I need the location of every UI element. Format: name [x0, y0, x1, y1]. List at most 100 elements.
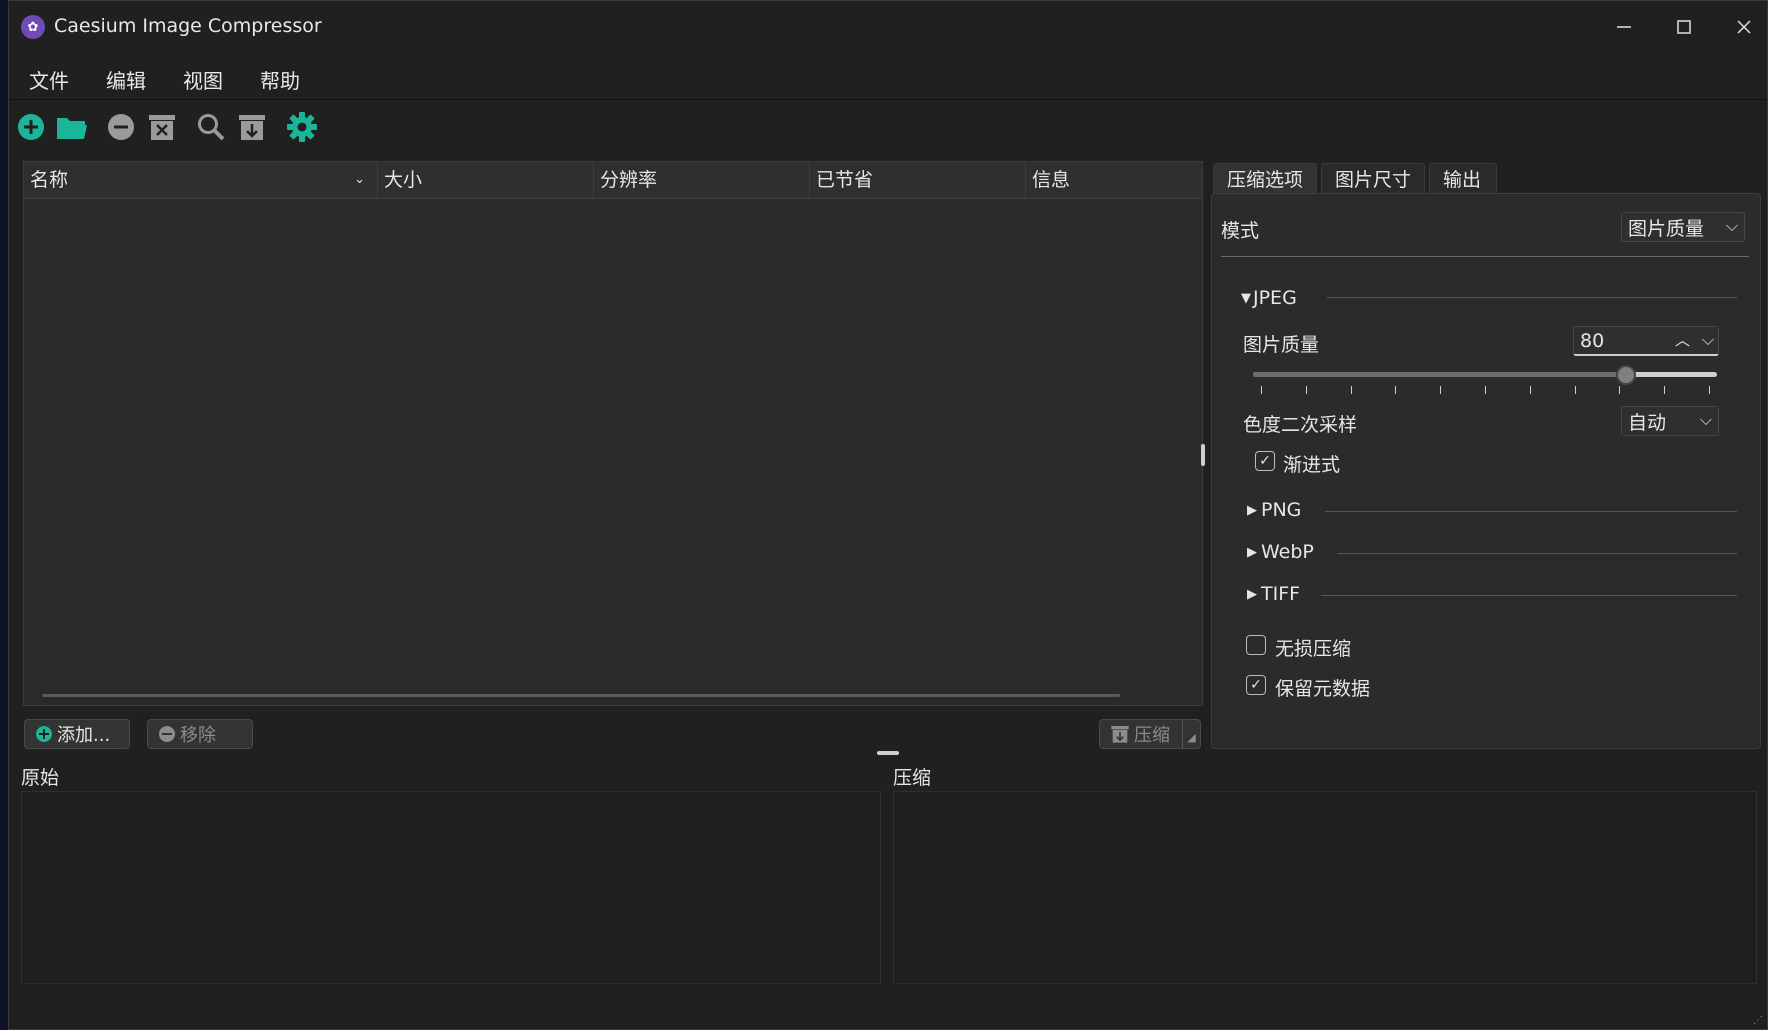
column-saved[interactable]: 已节省 [810, 162, 1026, 198]
horizontal-splitter-handle[interactable] [877, 751, 899, 755]
chevron-down-icon: ⌵ [1725, 216, 1738, 235]
jpeg-group-toggle[interactable]: ▼ JPEG [1241, 287, 1297, 309]
compress-dropdown-arrow-icon[interactable]: ◢ [1182, 720, 1200, 748]
add-icon [36, 726, 52, 742]
compressed-preview-label: 压缩 [893, 767, 932, 789]
png-group-toggle[interactable]: ▶ PNG [1247, 499, 1301, 521]
jpeg-quality-slider[interactable] [1253, 365, 1717, 385]
add-icon [18, 114, 44, 140]
add-button[interactable]: 添加... [24, 719, 130, 749]
jpeg-quality-spinbox[interactable]: 80 ︿ ⌵ [1573, 326, 1719, 356]
column-resolution[interactable]: 分辨率 [594, 162, 810, 198]
slider-tick [1619, 386, 1621, 394]
jpeg-group-line [1327, 297, 1737, 298]
webp-group-line [1337, 553, 1737, 554]
settings-button[interactable] [282, 107, 322, 147]
close-button[interactable] [1709, 1, 1768, 53]
slider-tick [1261, 386, 1262, 394]
chevron-down-icon: ⌵ [1699, 410, 1712, 429]
remove-button-toolbar[interactable] [101, 107, 141, 147]
slider-tick [1350, 386, 1352, 394]
remove-button[interactable]: 移除 [147, 719, 253, 749]
caret-right-icon: ▶ [1247, 544, 1257, 560]
vertical-splitter-handle[interactable] [1201, 444, 1205, 466]
remove-icon [108, 114, 134, 140]
tab-image-size[interactable]: 图片尺寸 [1321, 163, 1425, 195]
original-preview-label: 原始 [21, 767, 60, 789]
tab-output[interactable]: 输出 [1429, 163, 1497, 195]
open-folder-icon [57, 118, 87, 139]
keep-metadata-label: 保留元数据 [1275, 678, 1371, 700]
app-logo-icon: ✿ [21, 15, 45, 39]
settings-gear-icon [287, 112, 317, 142]
slider-tick [1574, 386, 1576, 394]
checkmark-icon: ✓ [1250, 677, 1262, 693]
lossless-label: 无损压缩 [1275, 638, 1352, 660]
mode-select[interactable]: 图片质量 ⌵ [1621, 212, 1745, 242]
add-files-button[interactable] [11, 107, 51, 147]
slider-tick [1529, 386, 1531, 394]
caret-down-icon: ▼ [1241, 290, 1251, 306]
menu-view[interactable]: 视图 [171, 61, 235, 98]
sort-chevron-icon: ⌄ [354, 172, 365, 187]
compress-toolbar-button[interactable] [232, 107, 272, 147]
menu-file[interactable]: 文件 [17, 61, 81, 98]
slider-tick [1305, 386, 1307, 394]
png-group-line [1325, 511, 1737, 512]
chevron-up-icon[interactable]: ︿ [1675, 329, 1690, 350]
slider-tick [1395, 386, 1397, 394]
keep-metadata-checkbox[interactable]: ✓ [1246, 675, 1266, 695]
minimize-icon [1617, 26, 1631, 28]
mode-label: 模式 [1221, 220, 1260, 242]
jpeg-group-label: JPEG [1253, 287, 1297, 309]
progressive-label: 渐进式 [1283, 454, 1341, 476]
file-list-table[interactable]: 名称 ⌄ 大小 分辨率 已节省 信息 [23, 161, 1203, 706]
webp-group-toggle[interactable]: ▶ WebP [1247, 541, 1314, 563]
preview-search-icon [198, 114, 225, 141]
menu-bar: 文件 编辑 视图 帮助 [9, 53, 1767, 99]
chroma-subsampling-select[interactable]: 自动 ⌵ [1621, 406, 1719, 436]
jpeg-quality-label: 图片质量 [1243, 334, 1320, 356]
chroma-subsampling-value: 自动 [1628, 411, 1667, 434]
toolbar [9, 101, 1767, 151]
compress-button-label: 压缩 [1134, 725, 1170, 746]
title-bar: ✿ Caesium Image Compressor [9, 1, 1767, 53]
column-name-label: 名称 [30, 169, 69, 191]
slider-tick [1440, 386, 1442, 394]
resize-grip-icon[interactable]: ⋰ [1753, 1015, 1763, 1026]
app-window: ✿ Caesium Image Compressor 文件 编辑 视图 帮助 名… [8, 0, 1768, 1030]
slider-tick [1709, 386, 1710, 394]
column-name[interactable]: 名称 ⌄ [24, 162, 378, 198]
lossless-checkbox[interactable] [1246, 635, 1266, 655]
chevron-down-icon[interactable]: ⌵ [1702, 330, 1714, 350]
column-info[interactable]: 信息 [1026, 162, 1202, 198]
tiff-group-toggle[interactable]: ▶ TIFF [1247, 583, 1300, 605]
mode-divider [1221, 256, 1749, 257]
tab-compression-options[interactable]: 压缩选项 [1213, 163, 1317, 195]
close-icon [1737, 20, 1751, 34]
open-folder-button[interactable] [52, 107, 92, 147]
caret-right-icon: ▶ [1247, 586, 1257, 602]
png-group-label: PNG [1261, 499, 1302, 521]
remove-button-label: 移除 [180, 725, 216, 746]
menu-help[interactable]: 帮助 [248, 61, 312, 98]
menu-edit[interactable]: 编辑 [94, 61, 158, 98]
slider-tick [1664, 386, 1666, 394]
column-size[interactable]: 大小 [378, 162, 594, 198]
menu-divider [9, 99, 1767, 100]
preview-button[interactable] [191, 107, 231, 147]
progressive-checkbox[interactable]: ✓ [1255, 451, 1275, 471]
webp-group-label: WebP [1261, 541, 1314, 563]
compress-archive-icon [1111, 726, 1129, 743]
original-preview-area [21, 791, 881, 984]
mode-select-value: 图片质量 [1628, 217, 1705, 240]
horizontal-scrollbar[interactable] [42, 694, 1120, 697]
compress-button[interactable]: 压缩 ◢ [1099, 719, 1201, 749]
tiff-group-label: TIFF [1261, 583, 1301, 605]
slider-fill [1253, 372, 1624, 377]
clear-list-button[interactable] [142, 107, 182, 147]
remove-icon [159, 726, 175, 742]
table-header: 名称 ⌄ 大小 分辨率 已节省 信息 [24, 162, 1202, 199]
slider-handle[interactable] [1616, 365, 1636, 385]
clear-list-icon [149, 115, 175, 140]
